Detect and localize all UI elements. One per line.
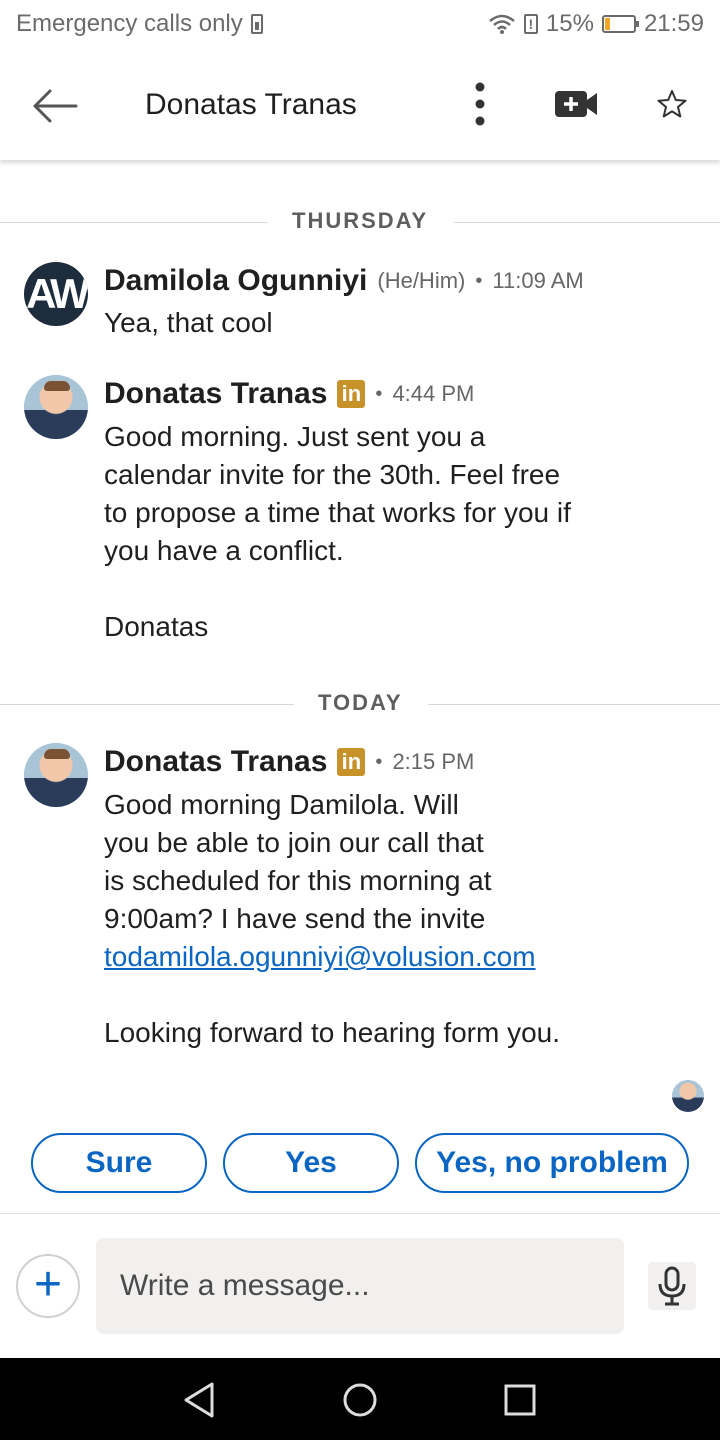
divider-line [428, 704, 720, 705]
avatar[interactable] [24, 743, 88, 807]
message-header: Donatas Tranas in • 2:15 PM [104, 745, 474, 779]
sender-name[interactable]: Donatas Tranas [104, 377, 327, 411]
quick-reply-yes-no-problem[interactable]: Yes, no problem [415, 1133, 689, 1193]
battery-icon [601, 15, 639, 33]
date-divider-today: TODAY [0, 690, 720, 720]
sender-name[interactable]: Damilola Ogunniyi [104, 264, 367, 298]
clock: 21:59 [643, 10, 704, 37]
nav-home-icon[interactable] [340, 1380, 380, 1420]
message-line: you have a conflict. [104, 535, 344, 566]
divider-line [0, 222, 268, 223]
divider-line [454, 222, 720, 223]
message-body: Good morning. Just sent you a calendar i… [104, 418, 684, 646]
nav-back-icon[interactable] [180, 1380, 220, 1420]
add-attachment-button[interactable]: + [16, 1254, 80, 1318]
email-link[interactable]: todamilola.ogunniyi@volusion.com [104, 941, 536, 972]
plus-icon: + [33, 1258, 63, 1311]
status-left: Emergency calls only [16, 10, 263, 38]
message-line: Good morning Damilola. Will [104, 789, 459, 820]
message-line: Looking forward to hearing form you. [104, 1017, 561, 1048]
message-line: is scheduled for this morning at [104, 865, 492, 896]
message-line: calendar invite for the 30th. Feel free [104, 459, 561, 490]
date-divider-thursday: THURSDAY [0, 208, 720, 238]
separator-dot: • [475, 269, 483, 292]
status-right: ! 15% 21:59 [488, 10, 704, 38]
sender-name[interactable]: Donatas Tranas [104, 745, 327, 779]
message-line: 9:00am? I have send the invite [104, 903, 486, 934]
quick-reply-sure[interactable]: Sure [31, 1133, 207, 1193]
battery-percent: 15% [545, 10, 594, 37]
message-input[interactable]: Write a message... [96, 1238, 624, 1334]
date-label: THURSDAY [292, 208, 429, 233]
sim-icon [250, 14, 263, 34]
message-time: 11:09 AM [492, 268, 584, 293]
separator-dot: • [375, 382, 383, 405]
nav-recents-icon[interactable] [500, 1380, 540, 1420]
voice-message-button[interactable] [648, 1262, 696, 1310]
more-vert-icon[interactable] [468, 82, 492, 126]
avatar[interactable]: AW [24, 262, 88, 326]
message-time: 2:15 PM [392, 749, 475, 774]
back-arrow-icon[interactable] [30, 86, 80, 126]
page-title[interactable]: Donatas Tranas [145, 88, 357, 122]
message-line: you be able to join our call that [104, 827, 484, 858]
microphone-icon [658, 1266, 686, 1306]
sender-pronouns: (He/Him) [377, 268, 466, 293]
linkedin-badge-icon: in [337, 380, 366, 408]
message-body: Yea, that cool [104, 304, 684, 342]
message-line: Donatas [104, 611, 209, 642]
avatar-initials: AW [26, 270, 88, 317]
composer-divider [0, 1213, 720, 1214]
avatar[interactable] [24, 375, 88, 439]
date-label: TODAY [318, 690, 403, 715]
divider-line [0, 704, 294, 705]
conversation-header: Donatas Tranas [0, 50, 720, 160]
read-receipt-avatar [672, 1080, 704, 1112]
status-bar: Emergency calls only ! 15% 21:59 [0, 0, 720, 50]
star-icon[interactable] [656, 88, 688, 120]
wifi-icon [489, 14, 515, 34]
quick-reply-yes[interactable]: Yes [223, 1133, 399, 1193]
message-body: Good morning Damilola. Will you be able … [104, 786, 684, 1052]
message-time: 4:44 PM [392, 381, 475, 406]
carrier-text: Emergency calls only [16, 10, 243, 37]
linkedin-badge-icon: in [337, 748, 366, 776]
message-line: to propose a time that works for you if [104, 497, 571, 528]
message-line: Yea, that cool [104, 307, 273, 338]
sim-alert-icon: ! [523, 14, 538, 34]
video-call-icon[interactable] [553, 88, 599, 120]
system-nav-bar [0, 1358, 720, 1440]
message-header: Damilola Ogunniyi (He/Him) • 11:09 AM [104, 264, 584, 298]
message-header: Donatas Tranas in • 4:44 PM [104, 377, 474, 411]
separator-dot: • [375, 750, 383, 773]
message-line: Good morning. Just sent you a [104, 421, 486, 452]
